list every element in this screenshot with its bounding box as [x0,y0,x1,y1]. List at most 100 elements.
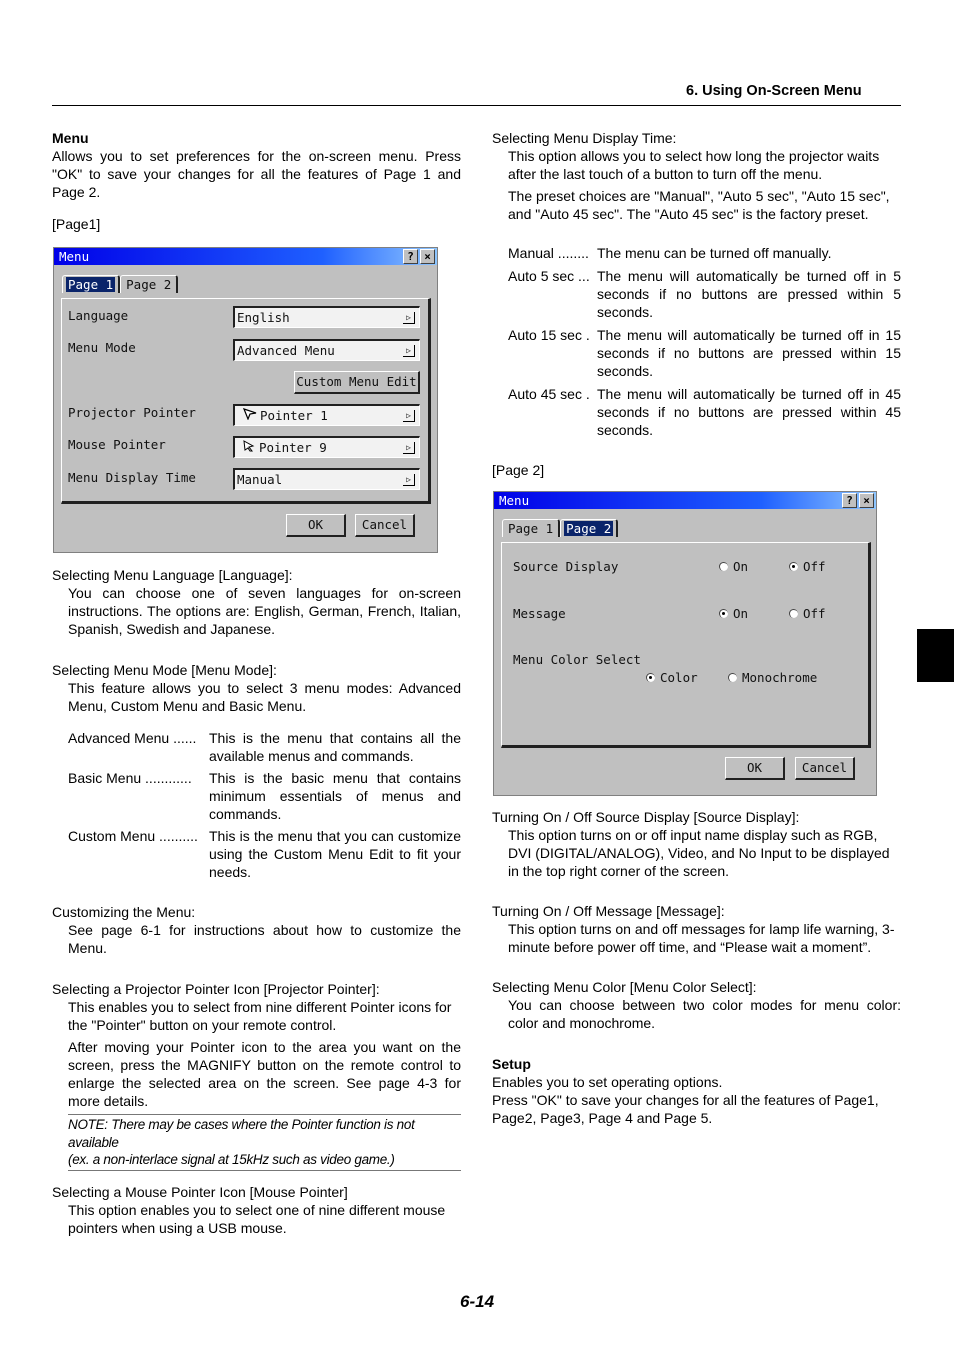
description: The menu can be turned off manually. [597,245,832,261]
menu-intro-block: Menu Allows you to set preferences for t… [52,129,461,233]
menu-display-time-value: Manual [237,472,283,487]
menu-mode-select[interactable]: Advanced Menu ▷ [233,339,420,361]
message-on-radio[interactable]: On [719,606,748,621]
menu-intro: Allows you to set preferences for the on… [52,148,461,200]
tab-page-2[interactable]: Page 2 [560,519,619,537]
cancel-button[interactable]: Cancel [355,514,415,537]
menu-display-time-label: Menu Display Time [68,470,196,485]
projector-pointer-value: Pointer 1 [260,408,328,423]
tab-label: Page 2 [126,277,172,292]
left-column-body: Selecting Menu Language [Language]: You … [52,566,461,1237]
projector-pointer-select[interactable]: Pointer 1 ▷ [233,404,420,426]
menu-dialog-page2: Menu ? × Page 1 Page 2 Source Display On… [493,491,877,796]
chevron-right-icon[interactable]: ▷ [403,410,415,422]
chevron-right-icon[interactable]: ▷ [403,345,415,357]
message-label: Message [513,606,566,621]
tab-page-1[interactable]: Page 1 [62,275,121,293]
radio-label: Off [803,559,826,574]
setup-body-1: Enables you to set operating options. [492,1074,723,1090]
chevron-right-icon[interactable]: ▷ [403,442,415,454]
page1-label: [Page1] [52,216,101,232]
term: Auto 45 sec . [508,386,590,402]
radio-label: On [733,559,749,574]
tab-page-1[interactable]: Page 1 [502,519,561,537]
close-button[interactable]: × [420,249,435,264]
language-body: You can choose one of seven languages fo… [68,585,461,637]
dialog-titlebar: Menu ? × [494,492,876,509]
chapter-thumb-tab [917,629,954,682]
language-label: Language [68,308,129,323]
color-radio[interactable]: Color [646,670,698,685]
page2-label: [Page 2] [492,462,545,478]
header-divider [52,105,901,106]
mouse-pointer-label: Mouse Pointer [68,437,166,452]
radio-off-icon [728,673,737,682]
source-display-body: This option turns on or off input name d… [508,827,890,879]
tab-label: Page 1 [66,277,116,292]
right-column-body: Turning On / Off Source Display [Source … [492,808,901,1127]
menu-dialog-page1: Menu ? × Page 1 Page 2 Language English … [53,247,438,553]
tab-page-2[interactable]: Page 2 [120,275,179,293]
language-heading: Selecting Menu Language [Language]: [52,567,293,583]
display-time-body-2: The preset choices are "Manual", "Auto 5… [508,188,890,222]
projector-pointer-heading: Selecting a Projector Pointer Icon [Proj… [52,981,380,997]
monochrome-radio[interactable]: Monochrome [728,670,817,685]
page-number: 6-14 [460,1292,495,1311]
menu-color-heading: Selecting Menu Color [Menu Color Select]… [492,979,757,995]
cancel-button[interactable]: Cancel [795,757,855,780]
right-column-top: Selecting Menu Display Time: This option… [492,129,901,479]
mouse-pointer-select[interactable]: Pointer 9 ▷ [233,436,420,458]
help-button[interactable]: ? [842,493,857,508]
language-select[interactable]: English ▷ [233,306,420,328]
customizing-body: See page 6-1 for instructions about how … [68,922,461,956]
menu-color-select-label: Menu Color Select [513,652,641,667]
display-time-list: Manual ........ The menu can be turned o… [492,244,901,439]
close-button[interactable]: × [859,493,874,508]
setup-body-2: Press "OK" to save your changes for all … [492,1092,879,1126]
radio-on-icon [719,609,728,618]
ok-button[interactable]: OK [286,514,346,537]
term: Auto 15 sec . [508,327,590,343]
description: The menu will automatically be turned of… [597,386,901,438]
list-item: Auto 15 sec . The menu will automaticall… [508,326,901,380]
dialog-title: Menu [59,249,90,264]
list-item: Basic Menu ............ This is the basi… [68,769,461,823]
customizing-heading: Customizing the Menu: [52,904,196,920]
projector-pointer-body-1: This enables you to select from nine dif… [68,999,452,1033]
description: This is the menu that contains all the a… [209,730,461,764]
projector-pointer-label: Projector Pointer [68,405,196,420]
dialog-titlebar: Menu ? × [54,248,437,265]
message-heading: Turning On / Off Message [Message]: [492,903,725,919]
custom-menu-edit-button[interactable]: Custom Menu Edit [294,371,420,394]
note-box: NOTE: There may be cases where the Point… [68,1114,461,1171]
menu-heading: Menu [52,130,89,146]
menu-display-time-select[interactable]: Manual ▷ [233,468,420,490]
list-item: Auto 45 sec . The menu will automaticall… [508,385,901,439]
chevron-right-icon[interactable]: ▷ [403,474,415,486]
source-display-heading: Turning On / Off Source Display [Source … [492,809,800,825]
list-item: Custom Menu .......... This is the menu … [68,827,461,881]
section-title: 6. Using On-Screen Menu [686,83,862,99]
help-button[interactable]: ? [403,249,418,264]
description: The menu will automatically be turned of… [597,268,901,320]
radio-label: Color [660,670,698,685]
source-display-off-radio[interactable]: Off [789,559,826,574]
message-off-radio[interactable]: Off [789,606,826,621]
list-item: Auto 5 sec ... The menu will automatical… [508,267,901,321]
radio-label: Off [803,606,826,621]
term: Auto 5 sec ... [508,268,590,284]
radio-off-icon [719,562,728,571]
menu-mode-body: This feature allows you to select 3 menu… [68,680,461,714]
menu-mode-list: Advanced Menu ...... This is the menu th… [52,729,461,881]
pointer-cursor-icon [243,440,255,455]
term: Basic Menu ............ [68,770,192,786]
pointer-arrow-icon [242,408,257,423]
display-time-heading: Selecting Menu Display Time: [492,130,677,146]
source-display-on-radio[interactable]: On [719,559,748,574]
ok-button[interactable]: OK [725,757,785,780]
term: Custom Menu .......... [68,828,198,844]
chevron-right-icon[interactable]: ▷ [403,312,415,324]
note-line: (ex. a non-interlace signal at 15kHz suc… [68,1152,395,1167]
mouse-pointer-body: This option enables you to select one of… [68,1201,446,1236]
menu-mode-value: Advanced Menu [237,343,335,358]
